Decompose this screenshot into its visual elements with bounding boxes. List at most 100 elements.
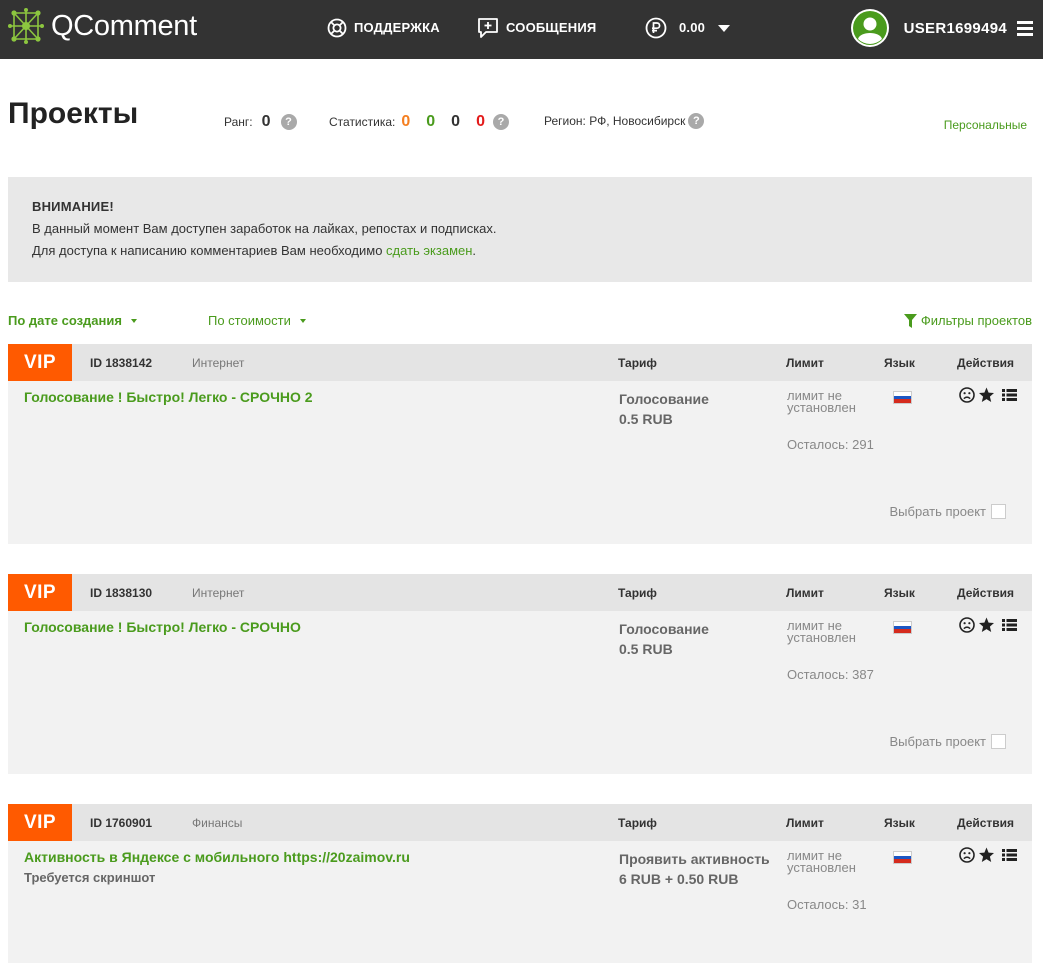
tariff-price: 0.5 RUB: [619, 411, 673, 427]
project-id: ID 1838142: [90, 356, 153, 370]
nav-messages[interactable]: СООБЩЕНИЯ: [477, 17, 596, 39]
project-remaining: Осталось: 387: [787, 667, 874, 682]
add-message-icon: [478, 18, 498, 38]
project-card: VIP ID 1838142 Интернет Тариф Лимит Язык…: [8, 344, 1032, 544]
project-id: ID 1760901: [90, 816, 153, 830]
project-category: Интернет: [192, 586, 245, 600]
project-title-link[interactable]: Активность в Яндексе с мобильного https:…: [24, 849, 410, 865]
project-title-link[interactable]: Голосование ! Быстро! Легко - СРОЧНО 2: [24, 389, 313, 405]
project-card-header: VIP ID 1838142 Интернет Тариф Лимит Язык…: [8, 344, 1032, 381]
caret-down-icon: [130, 318, 137, 323]
sort-by-date-label: По дате создания: [8, 313, 122, 328]
help-icon[interactable]: ?: [280, 114, 297, 130]
logo-text: QComment: [51, 10, 197, 42]
project-actions: [959, 617, 1018, 633]
project-card-body: Голосование ! Быстро! Легко - СРОЧНО Гол…: [8, 611, 1032, 774]
project-id: ID 1838130: [90, 586, 153, 600]
select-project-checkbox[interactable]: [991, 504, 1006, 519]
balance-value: 0.00: [679, 20, 706, 35]
star-icon[interactable]: [978, 847, 995, 863]
column-tariff: Тариф: [618, 356, 657, 370]
stats-label: Статистика:: [329, 115, 396, 129]
network-logo-icon: [8, 8, 44, 44]
logo[interactable]: QComment: [8, 8, 197, 44]
project-card: VIP ID 1838130 Интернет Тариф Лимит Язык…: [8, 574, 1032, 774]
username[interactable]: USER1699494: [904, 20, 1007, 37]
tariff-name: Проявить активность: [619, 851, 770, 867]
star-icon[interactable]: [978, 387, 995, 403]
notice-line-1: В данный момент Вам доступен заработок н…: [32, 221, 497, 236]
russia-flag-icon: [893, 851, 912, 864]
top-navigation-bar: QComment ПОДДЕРЖКА СООБЩЕНИЯ 0.00 USER16…: [0, 0, 1043, 59]
notice-line-2-text: Для доступа к написанию комментариев Вам…: [32, 243, 387, 258]
project-card-body: Голосование ! Быстро! Легко - СРОЧНО 2 Г…: [8, 381, 1032, 544]
sort-by-cost-label: По стоимости: [208, 313, 291, 328]
project-remaining: Осталось: 291: [787, 437, 874, 452]
filter-icon: [903, 313, 917, 328]
stat-value-orange: 0: [401, 113, 411, 130]
russia-flag-icon: [893, 621, 912, 634]
take-exam-link[interactable]: сдать экзамен: [386, 243, 472, 258]
nav-support-label: ПОДДЕРЖКА: [354, 20, 440, 35]
sort-by-date[interactable]: По дате создания: [8, 313, 137, 328]
vip-badge: VIP: [8, 574, 72, 611]
project-actions: [959, 847, 1018, 863]
ruble-icon: [645, 17, 667, 39]
column-actions: Действия: [957, 356, 1015, 370]
attention-notice: ВНИМАНИЕ! В данный момент Вам доступен з…: [8, 177, 1032, 282]
list-icon[interactable]: [1001, 387, 1018, 403]
column-actions: Действия: [957, 816, 1015, 830]
select-project-label: Выбрать проект: [889, 734, 987, 749]
avatar[interactable]: [850, 9, 889, 47]
select-project[interactable]: Выбрать проект: [889, 734, 1006, 749]
select-project-checkbox[interactable]: [991, 734, 1006, 749]
vip-badge: VIP: [8, 804, 72, 841]
list-icon[interactable]: [1001, 847, 1018, 863]
page-title: Проекты: [8, 97, 139, 130]
project-title-link[interactable]: Голосование ! Быстро! Легко - СРОЧНО: [24, 619, 301, 635]
project-category: Интернет: [192, 356, 245, 370]
list-icon[interactable]: [1001, 617, 1018, 633]
column-limit: Лимит: [786, 586, 824, 600]
column-language: Язык: [884, 356, 915, 370]
stat-value-green: 0: [426, 113, 436, 130]
project-card-header: VIP ID 1760901 Финансы Тариф Лимит Язык …: [8, 804, 1032, 841]
help-icon[interactable]: ?: [688, 113, 705, 129]
project-card-body: Активность в Яндексе с мобильного https:…: [8, 841, 1032, 963]
star-icon[interactable]: [978, 617, 995, 633]
project-remaining: Осталось: 31: [787, 897, 867, 912]
project-filters-button[interactable]: Фильтры проектов: [903, 313, 1032, 328]
project-tariff: Голосование 0.5 RUB: [619, 389, 709, 429]
project-category: Финансы: [192, 816, 243, 830]
nav-support[interactable]: ПОДДЕРЖКА: [327, 17, 440, 39]
region-info: Регион: РФ, Новосибирск ?: [544, 113, 705, 129]
sort-by-cost[interactable]: По стоимости: [208, 313, 306, 328]
stats-info: Статистика: 0 0 0 0 ?: [329, 113, 509, 131]
sad-face-icon[interactable]: [959, 617, 975, 633]
column-tariff: Тариф: [618, 816, 657, 830]
tariff-price: 6 RUB + 0.50 RUB: [619, 871, 739, 887]
hamburger-menu-icon[interactable]: [1017, 20, 1033, 36]
lifebuoy-icon: [327, 18, 347, 38]
help-icon[interactable]: ?: [492, 114, 509, 130]
notice-title: ВНИМАНИЕ!: [32, 199, 114, 214]
column-language: Язык: [884, 586, 915, 600]
project-card-header: VIP ID 1838130 Интернет Тариф Лимит Язык…: [8, 574, 1032, 611]
project-limit: лимит не установлен: [787, 618, 856, 645]
balance-dropdown[interactable]: 0.00: [645, 17, 731, 39]
personal-projects-link[interactable]: Персональные: [944, 118, 1027, 132]
project-filters-label: Фильтры проектов: [920, 313, 1032, 328]
rank-label: Ранг:: [224, 115, 253, 129]
project-card: VIP ID 1760901 Финансы Тариф Лимит Язык …: [8, 804, 1032, 963]
user-menu[interactable]: USER1699494: [850, 9, 1033, 47]
project-actions: [959, 387, 1018, 403]
russia-flag-icon: [893, 391, 912, 404]
project-tariff: Голосование 0.5 RUB: [619, 619, 709, 659]
select-project[interactable]: Выбрать проект: [890, 504, 1006, 519]
project-limit: лимит не установлен: [787, 388, 856, 415]
column-limit: Лимит: [786, 816, 824, 830]
column-tariff: Тариф: [618, 586, 657, 600]
tariff-name: Голосование: [619, 391, 709, 407]
sad-face-icon[interactable]: [959, 387, 975, 403]
sad-face-icon[interactable]: [959, 847, 975, 863]
